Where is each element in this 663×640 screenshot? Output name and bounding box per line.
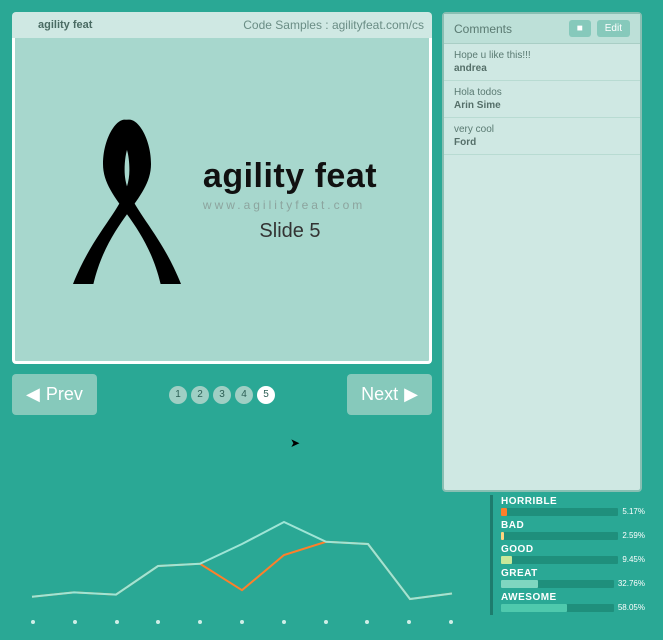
- edit-label: Edit: [605, 23, 622, 34]
- line-chart: [12, 480, 472, 630]
- rating-pct: 2.59%: [622, 531, 645, 540]
- comment-author: andrea: [454, 63, 630, 74]
- pager-dot-5[interactable]: 5: [257, 386, 275, 404]
- brand-small: agility feat: [20, 18, 92, 32]
- comment-author: Ford: [454, 137, 630, 148]
- slide-content: agility feat www.agilityfeat.com Slide 5: [67, 110, 377, 290]
- chevron-right-icon: ▶: [404, 384, 418, 405]
- prev-label: Prev: [46, 384, 83, 405]
- brand-title: agility feat: [203, 157, 377, 196]
- ribbon-icon: [20, 18, 34, 32]
- rating-label: BAD: [501, 520, 645, 531]
- chart-series-teal: [32, 522, 452, 599]
- prev-button[interactable]: ◀ Prev: [12, 374, 97, 415]
- ratings-panel: HORRIBLE5.17%BAD2.59%GOOD9.45%GREAT32.76…: [490, 495, 645, 615]
- rating-bar: 58.05%: [501, 603, 645, 612]
- rating-row-awesome: AWESOME58.05%: [493, 591, 645, 615]
- slide-label: Slide 5: [259, 220, 320, 243]
- comments-header: Comments ■ Edit: [444, 14, 640, 44]
- rating-bar: 2.59%: [501, 531, 645, 540]
- rating-bar: 32.76%: [501, 579, 645, 588]
- pager-dot-2[interactable]: 2: [191, 386, 209, 404]
- nav-row: ◀ Prev 12345 Next ▶: [12, 374, 432, 415]
- speech-icon: ■: [577, 23, 583, 34]
- next-label: Next: [361, 384, 398, 405]
- comments-toggle-button[interactable]: ■: [569, 20, 591, 37]
- comment-author: Arin Sime: [454, 100, 630, 111]
- rating-row-good: GOOD9.45%: [493, 543, 645, 567]
- slide-body: agility feat www.agilityfeat.com Slide 5: [12, 38, 432, 364]
- chart-ticks: [12, 620, 472, 624]
- rating-pct: 58.05%: [618, 603, 645, 612]
- comments-title: Comments: [454, 22, 512, 36]
- rating-bar: 5.17%: [501, 507, 645, 516]
- rating-label: AWESOME: [501, 592, 645, 603]
- header-subtitle: Code Samples : agilityfeat.com/cs: [243, 18, 424, 32]
- slide-panel: agility feat Code Samples : agilityfeat.…: [12, 12, 432, 415]
- comments-list: Hope u like this!!! andrea Hola todos Arin …: [444, 44, 640, 155]
- rating-label: HORRIBLE: [501, 496, 645, 507]
- comment-item: Hope u like this!!! andrea: [444, 44, 640, 81]
- rating-bar: 9.45%: [501, 555, 645, 564]
- rating-label: GREAT: [501, 568, 645, 579]
- rating-pct: 32.76%: [618, 579, 645, 588]
- brand-url: www.agilityfeat.com: [203, 198, 365, 212]
- pager-dot-4[interactable]: 4: [235, 386, 253, 404]
- comment-item: Hola todos Arin Sime: [444, 81, 640, 118]
- rating-row-great: GREAT32.76%: [493, 567, 645, 591]
- rating-label: GOOD: [501, 544, 645, 555]
- rating-pct: 9.45%: [622, 555, 645, 564]
- comment-item: very cool Ford: [444, 118, 640, 155]
- ribbon-icon: [67, 110, 187, 290]
- chevron-left-icon: ◀: [26, 384, 40, 405]
- rating-row-horrible: HORRIBLE5.17%: [493, 495, 645, 519]
- brand-small-text: agility feat: [38, 19, 92, 31]
- comments-panel: Comments ■ Edit Hope u like this!!! andre…: [442, 12, 642, 492]
- pager-dot-3[interactable]: 3: [213, 386, 231, 404]
- next-button[interactable]: Next ▶: [347, 374, 432, 415]
- pager: 12345: [169, 386, 275, 404]
- mouse-cursor-icon: ➤: [290, 436, 300, 450]
- comment-text: Hope u like this!!!: [454, 50, 630, 61]
- pager-dot-1[interactable]: 1: [169, 386, 187, 404]
- rating-pct: 5.17%: [622, 507, 645, 516]
- comment-text: very cool: [454, 124, 630, 135]
- edit-button[interactable]: Edit: [597, 20, 630, 37]
- comment-text: Hola todos: [454, 87, 630, 98]
- brand-stack: agility feat www.agilityfeat.com Slide 5: [203, 157, 377, 243]
- rating-row-bad: BAD2.59%: [493, 519, 645, 543]
- slide-header: agility feat Code Samples : agilityfeat.…: [12, 12, 432, 38]
